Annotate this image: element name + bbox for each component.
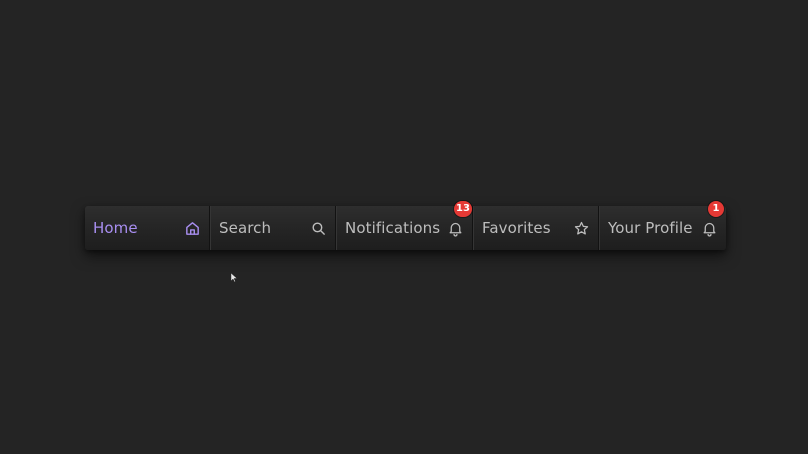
nav-item-home[interactable]: Home: [85, 206, 210, 250]
notification-count-badge: 13: [454, 201, 472, 217]
nav-item-favorites[interactable]: Favorites: [473, 206, 599, 250]
app-stage: Home Search Notifications 13 Favorites Y…: [0, 0, 808, 454]
mouse-cursor-icon: [231, 273, 237, 282]
profile-count-badge: 1: [708, 201, 724, 217]
nav-item-your-profile[interactable]: Your Profile 1: [599, 201, 726, 250]
home-icon: [183, 219, 201, 237]
navigation-bar: Home Search Notifications 13 Favorites Y…: [85, 201, 726, 250]
nav-item-label: Home: [93, 219, 138, 237]
star-icon: [572, 219, 590, 237]
nav-item-search[interactable]: Search: [210, 206, 336, 250]
bell-icon: 1: [700, 201, 724, 237]
nav-item-label: Search: [219, 219, 272, 237]
bell-icon: 13: [446, 201, 472, 237]
nav-item-label: Your Profile: [608, 219, 693, 237]
nav-item-label: Notifications: [345, 219, 441, 237]
search-icon: [309, 219, 327, 237]
nav-item-label: Favorites: [482, 219, 551, 237]
nav-item-notifications[interactable]: Notifications 13: [336, 201, 473, 250]
